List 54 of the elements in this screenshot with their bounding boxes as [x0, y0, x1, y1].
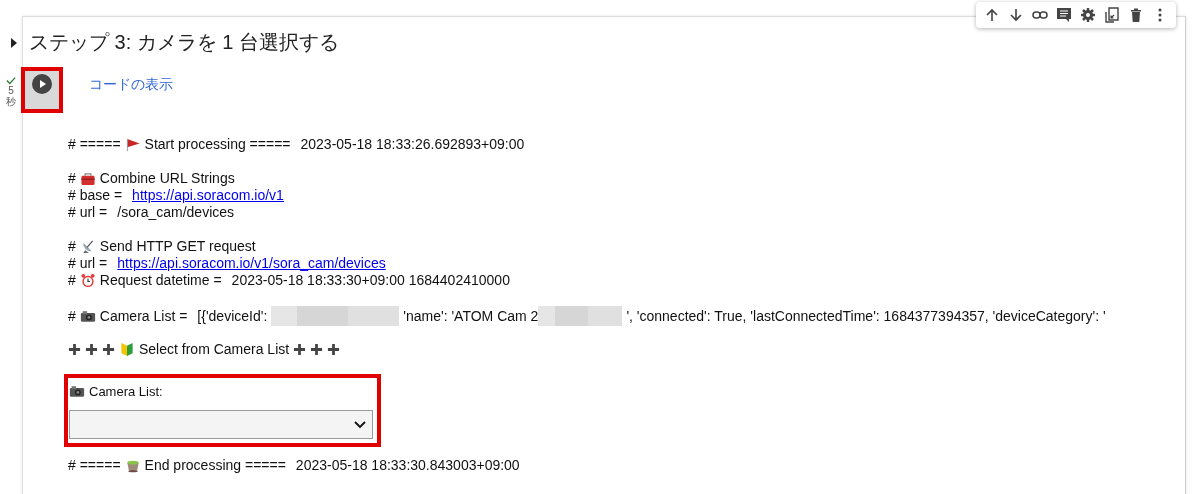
output-text: Request datetime =: [99, 272, 222, 289]
output-text: Start processing =====: [144, 136, 291, 153]
output-text: 'name': 'ATOM Cam 2: [403, 307, 539, 325]
tea-cup-icon: [124, 458, 141, 473]
output-text: # =====: [68, 136, 121, 153]
output-text: # url =: [68, 204, 108, 221]
comment-icon[interactable]: [1056, 7, 1072, 23]
url-link[interactable]: https://api.soracom.io/v1/sora_cam/devices: [117, 255, 386, 272]
output-text: # =====: [68, 457, 121, 474]
plus-icon: [85, 343, 98, 356]
plus-icon: [293, 343, 307, 356]
alarm-clock-icon: [79, 273, 96, 288]
chevron-down-icon: [354, 420, 366, 429]
plus-icon: [102, 343, 115, 356]
output-text: Combine URL Strings: [99, 170, 235, 187]
collapse-arrow-icon[interactable]: [11, 37, 17, 48]
output-text: Camera List =: [99, 307, 188, 325]
section-label: Select from Camera List: [139, 341, 290, 358]
plus-icon: [68, 343, 81, 356]
output-text: #: [68, 307, 76, 325]
delete-icon[interactable]: [1128, 7, 1144, 23]
plus-icon: [310, 343, 324, 356]
timestamp: 2023-05-18 18:33:30.843003+09:00: [295, 457, 520, 474]
output-text: # url =: [68, 255, 108, 272]
beginner-mark-icon: [119, 342, 135, 357]
run-duration: 5: [8, 85, 14, 96]
plus-icon: [327, 343, 341, 356]
play-icon: [32, 74, 52, 94]
show-code-link[interactable]: コードの表示: [89, 76, 173, 94]
camera-icon: [69, 384, 85, 399]
output-text: [{'deviceId':: [197, 307, 268, 325]
camera-dropdown[interactable]: [69, 410, 373, 439]
output-text: #: [68, 238, 76, 255]
output-text: Send HTTP GET request: [99, 238, 256, 255]
timestamp: 2023-05-18 18:33:26.692893+09:00: [300, 136, 525, 153]
run-duration-unit: 秒: [6, 96, 16, 107]
mirror-cell-icon[interactable]: [1104, 7, 1120, 23]
camera-icon: [79, 308, 96, 324]
output-text: #: [68, 170, 76, 187]
dropdown-label: Camera List:: [89, 383, 163, 400]
section-heading: ステップ 3: カメラを 1 台選択する: [29, 30, 340, 55]
run-button[interactable]: [21, 67, 63, 113]
output-text: ', 'connected': True, 'lastConnectedTime': 1684377394357, 'deviceCategory': ': [626, 307, 1106, 325]
toolbox-icon: [79, 171, 96, 186]
output-text: #: [68, 272, 76, 289]
url-text: /sora_cam/devices: [117, 204, 235, 221]
move-up-icon[interactable]: [984, 7, 1000, 23]
url-link[interactable]: https://api.soracom.io/v1: [132, 187, 284, 204]
flag-icon: [124, 137, 141, 152]
output-text: End processing =====: [144, 457, 286, 474]
settings-icon[interactable]: [1080, 7, 1096, 23]
timestamp: 2023-05-18 18:33:30+09:00 1684402410000: [231, 272, 510, 289]
output-text: # base =: [68, 187, 123, 204]
move-down-icon[interactable]: [1008, 7, 1024, 23]
